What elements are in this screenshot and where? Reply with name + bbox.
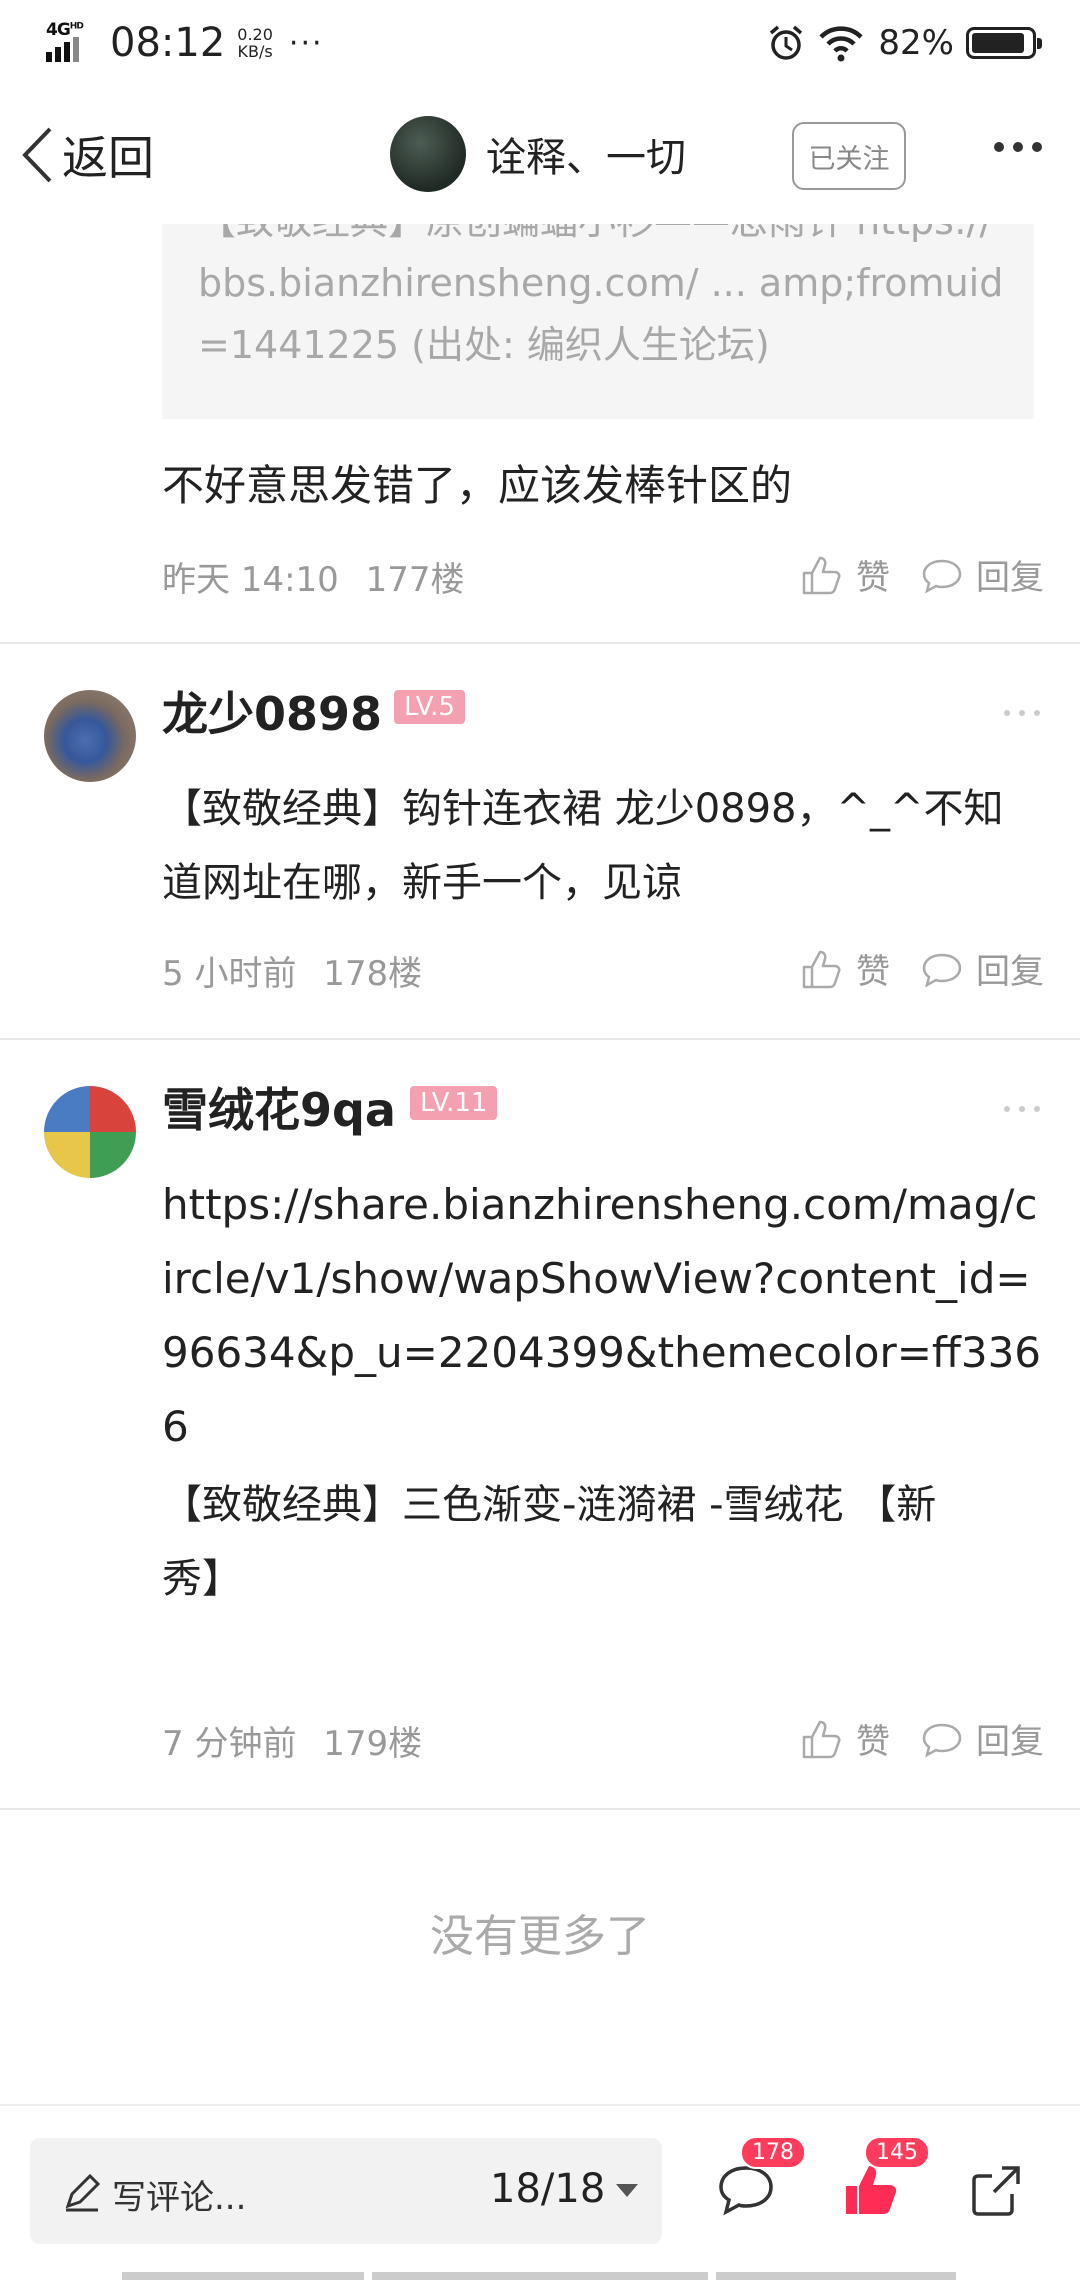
- follow-button[interactable]: 已关注: [792, 122, 906, 190]
- comment-list[interactable]: 【致敬经典】原创蝙蝠小衫——忠雨针 https://bbs.bianzhiren…: [0, 224, 1080, 2104]
- notification-overflow: ···: [288, 25, 324, 61]
- nav-bar: 返回 诠释、一切 已关注: [0, 84, 1080, 224]
- comment-meta: 昨天 14:10 177楼: [162, 552, 465, 601]
- divider: [0, 1808, 1080, 1810]
- comment-bubble-icon: [719, 2166, 773, 2216]
- comment-actions: 赞 回复: [800, 1714, 1044, 1763]
- status-bar: 4GHD 08:12 0.20 KB/s ··· 82%: [0, 0, 1080, 84]
- share-button[interactable]: [968, 2162, 1024, 2222]
- like-button[interactable]: 赞: [800, 944, 890, 993]
- reply-button[interactable]: 回复: [920, 550, 1044, 599]
- comment-username[interactable]: 雪绒花9qa: [162, 1074, 396, 1140]
- signal-icon: 4GHD: [46, 20, 96, 66]
- back-label: 返回: [62, 131, 154, 185]
- comment-link[interactable]: https://share.bianzhirensheng.com/mag/ci…: [162, 1168, 1042, 1464]
- author-header[interactable]: 诠释、一切: [390, 116, 686, 192]
- comment-input[interactable]: 写评论... 18/18: [30, 2138, 662, 2244]
- comment-floor: 178楼: [323, 954, 423, 994]
- avatar[interactable]: [44, 1086, 136, 1178]
- comment-text: 【致敬经典】钩针连衣裙 龙少0898，^_^不知道网址在哪，新手一个，见谅: [162, 786, 1004, 906]
- comment-actions: 赞 回复: [800, 550, 1044, 599]
- comment-meta: 7 分钟前 179楼: [162, 1716, 422, 1765]
- quoted-post[interactable]: 【致敬经典】原创蝙蝠小衫——忠雨针 https://bbs.bianzhiren…: [162, 224, 1034, 419]
- alarm-icon: [770, 25, 803, 60]
- clock: 08:12: [110, 20, 226, 66]
- nav-indicator: [716, 2272, 956, 2280]
- back-button[interactable]: 返回: [20, 120, 154, 190]
- nav-indicator: [372, 2272, 708, 2280]
- nav-indicator: [122, 2272, 364, 2280]
- battery-percent: 82%: [878, 23, 954, 63]
- chevron-left-icon: [22, 127, 52, 183]
- comment-actions: 赞 回复: [800, 944, 1044, 993]
- comment-floor: 179楼: [323, 1724, 423, 1764]
- comment-bubble-icon: [922, 953, 962, 987]
- battery-icon: [966, 27, 1042, 59]
- comment-text: 【致敬经典】三色渐变-涟漪裙 -雪绒花 【新秀】: [162, 1482, 937, 1602]
- wifi-icon: [819, 26, 864, 62]
- comment-count-badge: 178: [740, 2136, 806, 2169]
- comment-time: 昨天 14:10: [162, 560, 339, 600]
- comment-time: 5 小时前: [162, 954, 297, 994]
- author-avatar[interactable]: [390, 116, 466, 192]
- pencil-icon: [65, 2173, 101, 2212]
- comment-more-icon[interactable]: [1004, 710, 1040, 716]
- divider: [0, 1038, 1080, 1040]
- comments-button[interactable]: 178: [716, 2136, 806, 2222]
- thumbs-up-filled-icon: [846, 2166, 897, 2214]
- reply-button[interactable]: 回复: [920, 944, 1044, 993]
- bottom-bar: 写评论... 18/18 178 145: [0, 2104, 1080, 2280]
- comment-meta: 5 小时前 178楼: [162, 946, 422, 995]
- like-button[interactable]: 赞: [800, 550, 890, 599]
- quoted-post-text: 【致敬经典】原创蝙蝠小衫——忠雨针 https://bbs.bianzhiren…: [198, 224, 1004, 367]
- comment-text: 不好意思发错了，应该发棒针区的: [162, 461, 793, 510]
- reply-button[interactable]: 回复: [920, 1714, 1044, 1763]
- thumbs-up-icon: [802, 556, 841, 594]
- comment-floor: 177楼: [365, 560, 465, 600]
- comment-more-icon[interactable]: [1004, 1106, 1040, 1112]
- page-indicator[interactable]: 18/18: [490, 2166, 605, 2212]
- end-of-list-text: 没有更多了: [430, 1911, 650, 1962]
- comment-username[interactable]: 龙少0898: [162, 678, 382, 744]
- level-badge: LV.11: [410, 1086, 498, 1120]
- network-speed: 0.20 KB/s: [237, 25, 273, 61]
- comment-bubble-icon: [922, 1723, 962, 1757]
- divider: [0, 642, 1080, 644]
- comment-placeholder: 写评论...: [112, 2178, 247, 2218]
- more-options-icon[interactable]: [994, 142, 1042, 152]
- comment-time: 7 分钟前: [162, 1724, 297, 1764]
- like-post-button[interactable]: 145: [842, 2136, 930, 2222]
- avatar[interactable]: [44, 690, 136, 782]
- share-icon: [972, 2166, 1020, 2216]
- like-button[interactable]: 赞: [800, 1714, 890, 1763]
- author-name[interactable]: 诠释、一切: [486, 125, 686, 183]
- caret-down-icon[interactable]: [616, 2184, 638, 2197]
- post-detail-page: 4GHD 08:12 0.20 KB/s ··· 82% 返回 诠释、一切 已关…: [0, 0, 1080, 2280]
- thumbs-up-icon: [802, 1720, 841, 1758]
- thumbs-up-icon: [802, 950, 841, 988]
- comment-bubble-icon: [922, 559, 962, 593]
- level-badge: LV.5: [394, 690, 465, 724]
- like-count-badge: 145: [864, 2136, 930, 2169]
